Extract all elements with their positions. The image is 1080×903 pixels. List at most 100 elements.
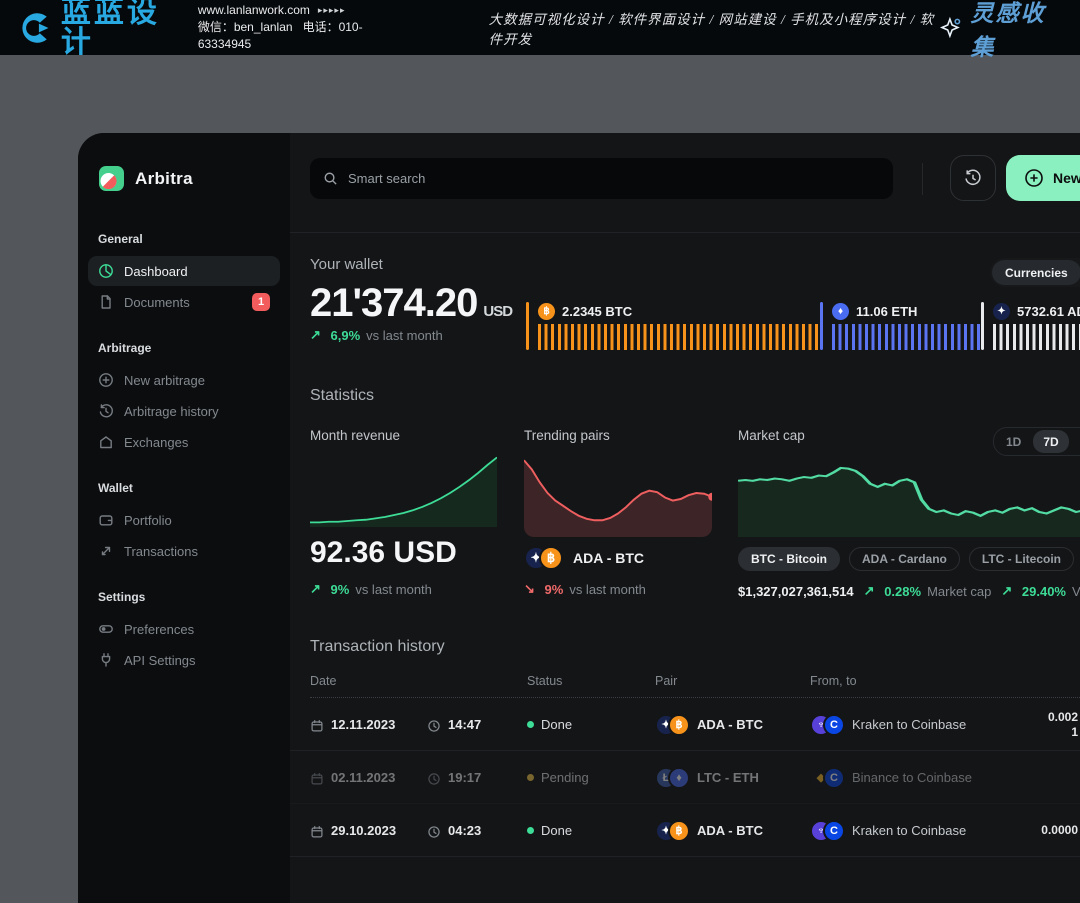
transactions-icon — [98, 543, 114, 559]
sidebar-section-label: Arbitrage — [98, 341, 270, 355]
month-revenue-delta-value: 9% — [331, 582, 350, 597]
topbar-divider — [922, 163, 923, 195]
inspiration-link[interactable]: 灵感收集 — [939, 0, 1062, 62]
sidebar-item-documents[interactable]: Documents1 — [88, 287, 280, 317]
segment-bars — [832, 324, 981, 350]
banner-contact: www.lanlanwork.com ▸▸▸▸▸ 微信：ben_lanlan 电… — [198, 2, 399, 53]
sidebar-item-dashboard[interactable]: Dashboard — [88, 256, 280, 286]
segment-bars — [993, 324, 1080, 350]
sidebar-item-new-arbitrage[interactable]: New arbitrage — [88, 365, 280, 395]
btc-coin-icon: ฿ — [668, 714, 690, 736]
wallet-segment-eth[interactable]: ♦11.06 ETH — [820, 302, 981, 350]
wallet-segment-ada[interactable]: ✦5732.61 ADA — [981, 302, 1080, 350]
wallet-segment-btc[interactable]: ฿2.2345 BTC — [526, 302, 820, 350]
month-revenue-chart — [310, 453, 497, 527]
plus-circle-icon — [98, 372, 114, 388]
banner-arrows: ▸▸▸▸▸ — [318, 2, 346, 19]
topbar: New arbitrage — [290, 133, 1080, 233]
tx-pair: ✦฿ADA - BTC — [655, 804, 763, 857]
trending-pairs-delta-value: 9% — [545, 582, 564, 597]
col-status: Status — [527, 674, 562, 688]
segment-divider — [981, 302, 984, 350]
sidebar-section-wallet: WalletPortfolioTransactions — [98, 481, 270, 566]
sidebar-section-label: Settings — [98, 590, 270, 604]
trending-pair-icons: ✦฿ — [524, 546, 563, 570]
sidebar-item-preferences[interactable]: Preferences — [88, 614, 280, 644]
wallet-delta-value: 6,9% — [331, 328, 361, 343]
sidebar-item-portfolio[interactable]: Portfolio — [88, 505, 280, 535]
range-pill-1d[interactable]: 1D — [996, 430, 1031, 453]
sidebar-item-arbitrage-history[interactable]: Arbitrage history — [88, 396, 280, 426]
table-row[interactable]: 12.11.202314:47Done✦฿ADA - BTC♆CKraken t… — [290, 698, 1080, 751]
segment-label: ♦11.06 ETH — [832, 302, 981, 320]
table-row[interactable]: 29.10.202304:23Done✦฿ADA - BTC♆CKraken t… — [290, 804, 1080, 857]
col-date: Date — [310, 674, 336, 688]
market-cap-delta-value: 0.28% — [884, 584, 921, 599]
api-icon — [98, 652, 114, 668]
trending-pairs-title: Trending pairs — [524, 428, 610, 443]
banner-url[interactable]: www.lanlanwork.com — [198, 2, 310, 19]
eth-coin-icon: ♦ — [668, 767, 690, 789]
sidebar-item-label: Portfolio — [124, 513, 172, 528]
market-cap-chart — [738, 453, 1080, 537]
coin-pill-ada[interactable]: ADA - Cardano — [849, 547, 960, 571]
wallet-currency: USD — [483, 303, 512, 320]
eth-coin-icon: ♦ — [832, 303, 849, 320]
wallet-view-toggle: CurrenciesExchanges — [990, 258, 1080, 287]
month-revenue-delta: ↗ 9% vs last month — [310, 581, 432, 597]
col-pair: Pair — [655, 674, 677, 688]
site-banner: 蓝蓝设计 www.lanlanwork.com ▸▸▸▸▸ 微信：ben_lan… — [0, 0, 1080, 55]
coin-pill-btc[interactable]: BTC - Bitcoin — [738, 547, 840, 571]
sidebar-item-transactions[interactable]: Transactions — [88, 536, 280, 566]
range-pill-1m[interactable]: 1M — [1071, 430, 1080, 453]
sidebar-item-label: Exchanges — [124, 435, 188, 450]
sidebar-item-api-settings[interactable]: API Settings — [88, 645, 280, 675]
exchange-icon — [98, 434, 114, 450]
tx-pair: ✦฿ADA - BTC — [655, 698, 763, 751]
segment-amount: 2.2345 BTC — [562, 304, 632, 319]
trending-pair-label: ADA - BTC — [573, 550, 644, 566]
history-button[interactable] — [950, 155, 996, 201]
tx-time: 14:47 — [427, 698, 481, 751]
tx-route: ♆CKraken to Coinbase — [810, 804, 966, 857]
segment-bars — [538, 324, 820, 350]
coin-pill-ltc[interactable]: LTC - Litecoin — [969, 547, 1074, 571]
new-arbitrage-button[interactable]: New arbitrage — [1006, 155, 1080, 201]
transaction-history-title: Transaction history — [310, 638, 445, 656]
search-input[interactable] — [310, 158, 893, 199]
sparkle-star-icon — [939, 15, 963, 41]
calendar-icon — [310, 718, 324, 732]
tx-amount: 0.0000 — [1041, 804, 1078, 857]
delta-up-arrow: ↗ — [310, 327, 325, 343]
app-logo[interactable]: Arbitra — [98, 165, 270, 192]
sidebar-item-label: Dashboard — [124, 264, 188, 279]
portfolio-icon — [98, 512, 114, 528]
history-icon — [98, 403, 114, 419]
sidebar-item-exchanges[interactable]: Exchanges — [88, 427, 280, 457]
wallet-toggle-currencies[interactable]: Currencies — [992, 260, 1080, 285]
site-logo[interactable]: 蓝蓝设计 — [18, 0, 182, 58]
wallet-balance: 21'374.20USD — [310, 281, 512, 326]
range-pill-7d[interactable]: 7D — [1033, 430, 1068, 453]
ada-coin-icon: ✦ — [993, 303, 1010, 320]
calendar-icon — [310, 771, 324, 785]
main-content: New arbitrage Your wallet 21'374.20USD ↗… — [290, 133, 1080, 903]
status-dot — [527, 774, 534, 781]
tx-route: ◆CBinance to Coinbase — [810, 751, 972, 804]
volume-delta-value: 29.40% — [1022, 584, 1066, 599]
sidebar-item-label: API Settings — [124, 653, 196, 668]
delta-up-arrow: ↗ — [310, 581, 325, 597]
market-cap-stats: $1,327,027,361,514 ↗ 0.28% Market cap ↗ … — [738, 583, 1080, 599]
status-dot — [527, 827, 534, 834]
app-logo-icon — [98, 165, 125, 192]
trending-pairs-delta: ↘ 9% vs last month — [524, 581, 646, 597]
clock-icon — [427, 771, 441, 785]
volume-delta: ↗ 29.40% Volume (24h) — [1001, 583, 1080, 599]
clock-icon — [427, 824, 441, 838]
tx-date: 12.11.2023 — [310, 698, 395, 751]
sidebar-section-general: GeneralDashboardDocuments1 — [98, 232, 270, 317]
col-from-to: From, to — [810, 674, 857, 688]
table-row[interactable]: 02.11.202319:17PendingŁ♦LTC - ETH◆CBinan… — [290, 751, 1080, 804]
tx-status: Done — [527, 804, 572, 857]
tx-status: Pending — [527, 751, 589, 804]
